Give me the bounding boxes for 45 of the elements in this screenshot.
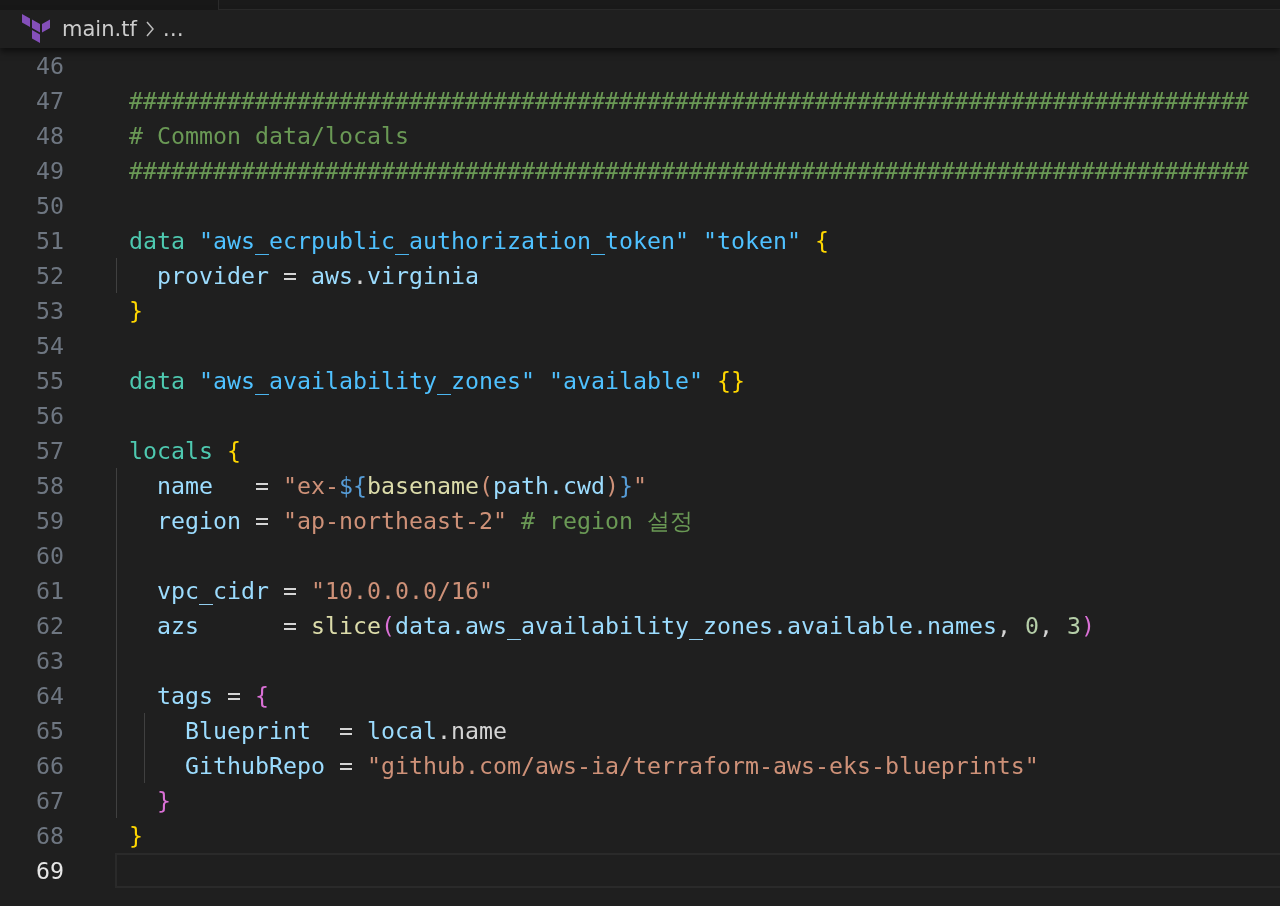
code-line: # Common data/locals [129,122,409,149]
chevron-right-icon [144,20,155,38]
code-line: data "aws_ecrpublic_authorization_token" "token" { [129,227,829,254]
line-number: 52 [35,262,64,289]
line-number: 56 [35,402,64,429]
code-line: provider = aws.virginia [156,262,479,289]
line-number: 57 [35,437,64,464]
code-line: ################################################################################ [129,157,1249,184]
line-number: 63 [35,647,64,674]
line-number: 64 [35,682,64,709]
code-line: Blueprint = local.name [184,717,507,744]
breadcrumb-file[interactable]: main.tf [62,17,137,41]
line-number: 51 [35,227,64,254]
code-line: tags = { [156,682,269,709]
code-line: ################################################################################ [129,87,1249,114]
line-number: 59 [35,507,64,534]
line-number: 53 [35,297,64,324]
line-number: 48 [35,122,64,149]
line-number: 60 [35,542,64,569]
line-number: 50 [35,192,64,219]
code-line: } [129,297,143,324]
line-number: 55 [35,367,64,394]
line-number: 67 [35,787,64,814]
line-number: 68 [35,822,64,849]
code-line: region = "ap-northeast-2" # region 설정 [156,507,693,534]
line-number: 69 [35,857,64,884]
code-line: GithubRepo = "github.com/aws-ia/terraform-aws-eks-blueprints" [184,752,1039,779]
code-line: azs = slice(data.aws_availability_zones.available.names, 0, 3) [156,612,1095,639]
code-line: data "aws_availability_zones" "available" {} [129,367,745,394]
terraform-logo-icon [22,14,50,44]
line-number: 65 [35,717,64,744]
line-number: 58 [35,472,64,499]
line-number: 62 [35,612,64,639]
line-number: 47 [35,87,64,114]
line-number: 54 [35,332,64,359]
line-number: 66 [35,752,64,779]
line-number: 61 [35,577,64,604]
code-line: } [129,822,143,849]
line-number: 46 [35,52,64,79]
code-line: } [156,787,171,814]
code-line: vpc_cidr = "10.0.0.0/16" [156,577,493,604]
code-line: locals { [129,437,241,464]
code-line: name = "ex-${basename(path.cwd)}" [156,472,647,499]
line-number: 49 [35,157,64,184]
breadcrumb-more[interactable]: … [162,17,184,41]
